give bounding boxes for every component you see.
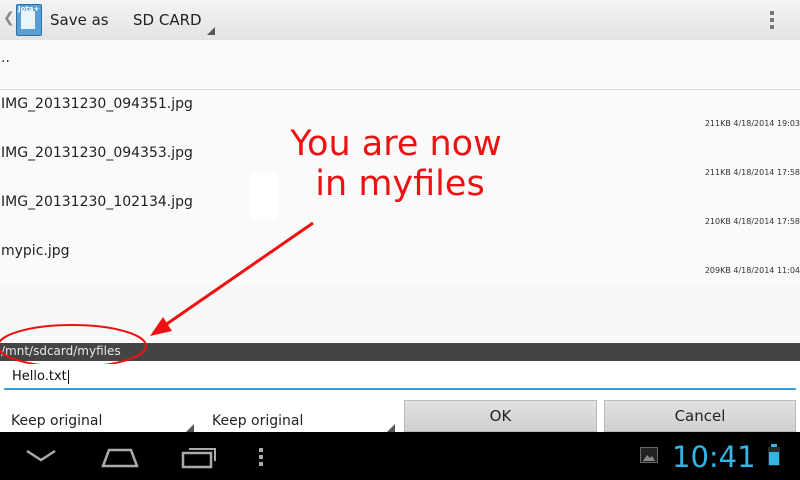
battery-icon xyxy=(768,444,780,466)
annotation-circle xyxy=(0,324,147,368)
filename-input[interactable]: Hello.txt xyxy=(4,364,796,390)
menu-icon[interactable] xyxy=(258,446,264,466)
encoding-spinner[interactable]: Keep original xyxy=(201,402,395,432)
annotation-arrow-head xyxy=(150,317,172,336)
annotation-arrow-line xyxy=(157,221,314,332)
ok-button-label: OK xyxy=(489,407,512,425)
recent-apps-icon[interactable] xyxy=(181,444,217,470)
clock[interactable]: 10:41 xyxy=(672,440,756,474)
line-break-spinner[interactable]: Keep original xyxy=(0,402,194,432)
ok-button[interactable]: OK xyxy=(404,400,597,432)
dropdown-corner-icon xyxy=(387,424,395,432)
text-cursor xyxy=(68,370,69,384)
cancel-button-label: Cancel xyxy=(674,407,726,425)
back-icon[interactable] xyxy=(25,446,57,466)
filename-value: Hello.txt xyxy=(12,369,67,384)
gallery-notification-icon[interactable] xyxy=(640,447,658,463)
spinner-label: Keep original xyxy=(11,413,103,429)
spinner-label: Keep original xyxy=(212,413,304,429)
cancel-button[interactable]: Cancel xyxy=(604,400,796,432)
dropdown-corner-icon xyxy=(186,424,194,432)
system-bar: 10:41 xyxy=(0,432,800,480)
home-icon[interactable] xyxy=(100,446,140,468)
